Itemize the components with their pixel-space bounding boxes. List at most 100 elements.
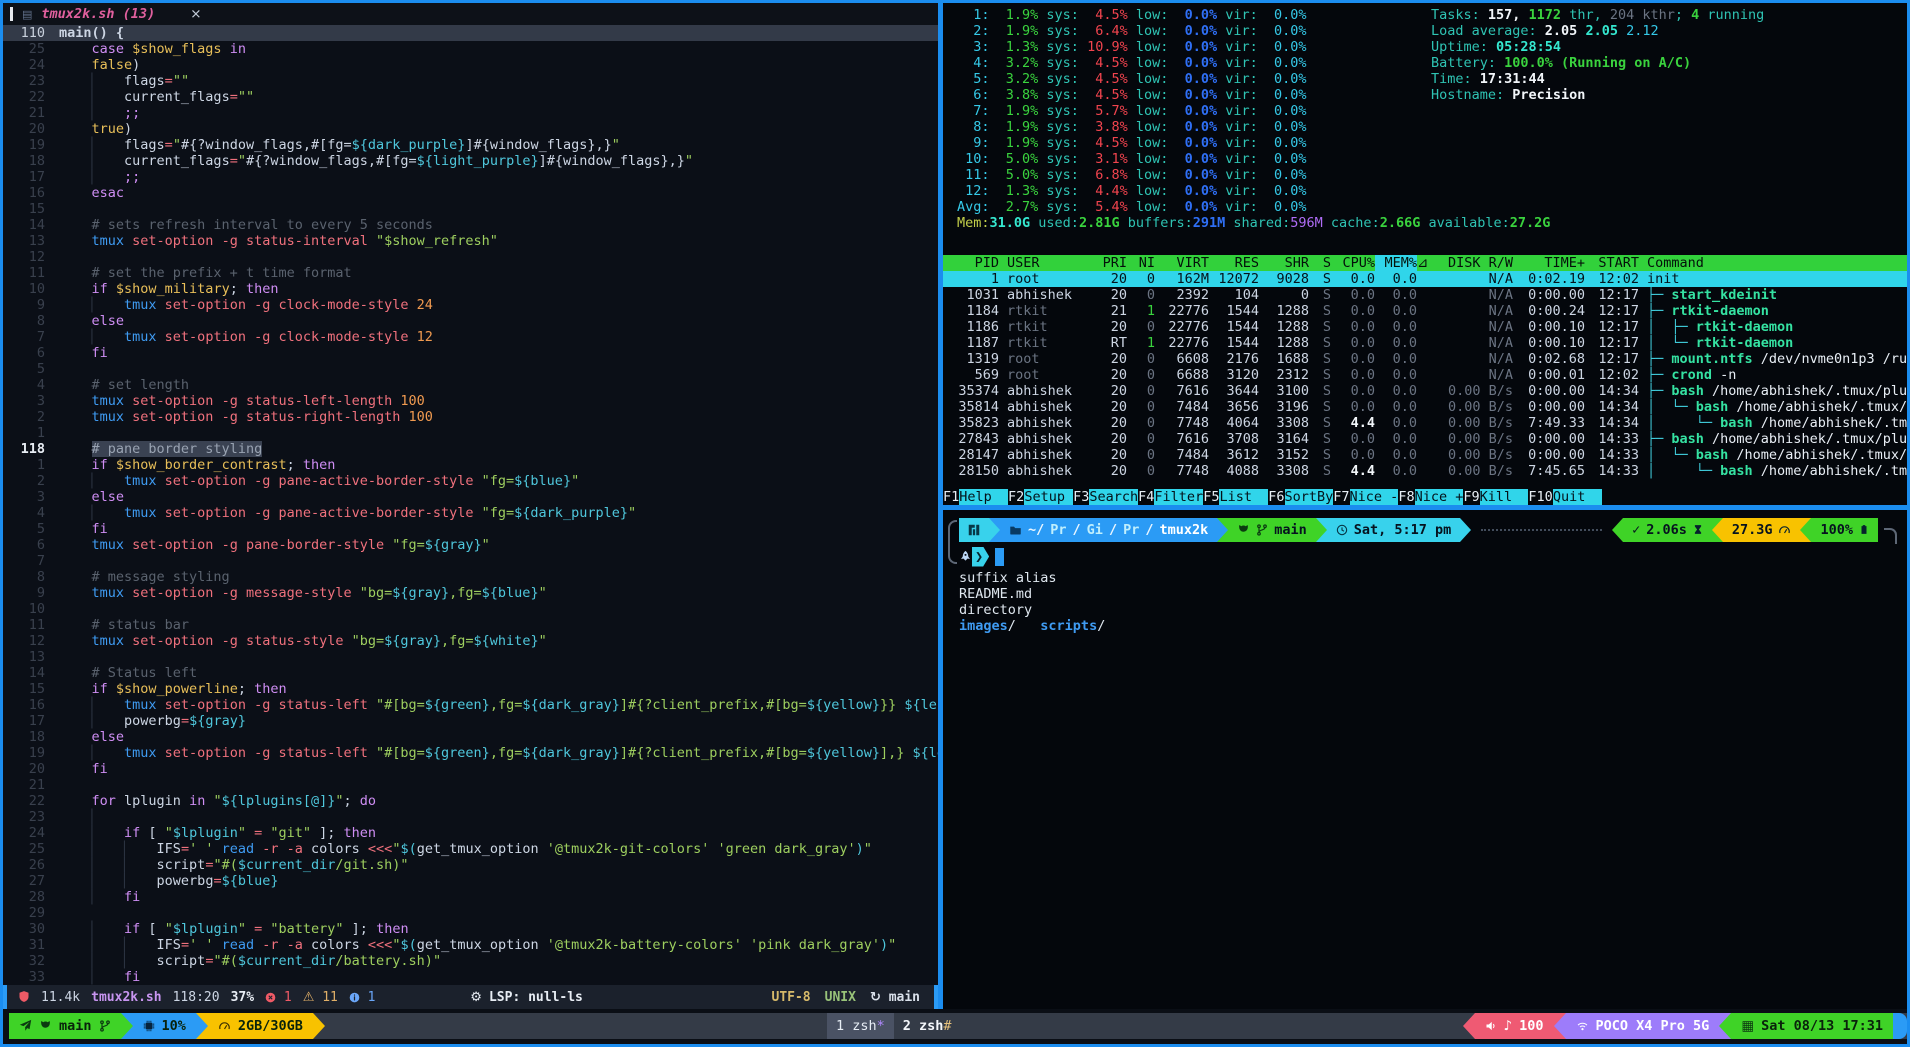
code-line[interactable]: 18 else: [3, 729, 938, 745]
column-header-res[interactable]: RES: [1209, 255, 1259, 271]
code-line[interactable]: 31 ▏ ▏ IFS=' ' read -r -a colors <<<"$(g…: [3, 937, 938, 953]
column-header-pid[interactable]: PID: [943, 255, 999, 271]
process-row[interactable]: 35823abhishek200774840643308S4.40.00.00 …: [943, 415, 1907, 431]
process-row[interactable]: 28150abhishek200774840883308S4.40.00.00 …: [943, 463, 1907, 479]
code-line[interactable]: 7: [3, 553, 938, 569]
code-line[interactable]: 8 else: [3, 313, 938, 329]
column-header-shr[interactable]: SHR: [1259, 255, 1309, 271]
code-line[interactable]: 118 # pane border styling: [3, 441, 938, 457]
code-line[interactable]: 18 ▏ current_flags="#{?window_flags,#[fg…: [3, 153, 938, 169]
process-row[interactable]: 1184rtkit2112277615441288S0.00.0N/A0:00.…: [943, 303, 1907, 319]
code-line[interactable]: 4 # set length: [3, 377, 938, 393]
code-line[interactable]: 20 true): [3, 121, 938, 137]
column-header-user[interactable]: USER: [999, 255, 1091, 271]
process-row[interactable]: 1186rtkit2002277615441288S0.00.0N/A0:00.…: [943, 319, 1907, 335]
prompt-input-line[interactable]: ❯: [959, 543, 1899, 570]
process-row[interactable]: 1187rtkitRT12277615441288S0.00.0N/A0:00.…: [943, 335, 1907, 351]
htop-pane[interactable]: 1: 1.9% sys: 4.5% low: 0.0% vir: 0.0% 2:…: [943, 3, 1907, 505]
code-line[interactable]: 19 ▏ flags="#{?window_flags,#[fg=${dark_…: [3, 137, 938, 153]
code-line[interactable]: 2 tmux set-option -g status-right-length…: [3, 409, 938, 425]
code-line[interactable]: 9 ▏ tmux set-option -g clock-mode-style …: [3, 297, 938, 313]
code-area[interactable]: 110main() {25 case $show_flags in24 fals…: [3, 25, 938, 985]
code-line[interactable]: 25 case $show_flags in: [3, 41, 938, 57]
code-line[interactable]: 30 ▏ if [ "$lplugin" = "battery" ]; then: [3, 921, 938, 937]
code-line[interactable]: 21: [3, 777, 938, 793]
code-line[interactable]: 21 ▏ ;;: [3, 105, 938, 121]
process-row[interactable]: 35814abhishek200748436563196S0.00.00.00 …: [943, 399, 1907, 415]
code-line[interactable]: 24 ▏ if [ "$lplugin" = "git" ]; then: [3, 825, 938, 841]
column-header-time[interactable]: TIME+: [1513, 255, 1585, 271]
code-line[interactable]: 19 ▏ tmux set-option -g status-left "#[b…: [3, 745, 938, 761]
process-row[interactable]: 28147abhishek200748436123152S0.00.00.00 …: [943, 447, 1907, 463]
window-item-2[interactable]: 2 zsh#: [894, 1013, 961, 1039]
context-line[interactable]: 110main() {: [3, 25, 938, 41]
code-line[interactable]: 2 ▏ tmux set-option -g pane-active-borde…: [3, 473, 938, 489]
column-header-disk[interactable]: DISK R/W: [1431, 255, 1513, 271]
code-line[interactable]: 25 ▏ ▏ IFS=' ' read -r -a colors <<<"$(g…: [3, 841, 938, 857]
code-line[interactable]: 8 # message styling: [3, 569, 938, 585]
tab-title[interactable]: tmux2k.sh (13): [41, 6, 155, 22]
code-line[interactable]: 32 ▏ ▏ script="#($current_dir/battery.sh…: [3, 953, 938, 969]
code-line[interactable]: 3 else: [3, 489, 938, 505]
code-line[interactable]: 1: [3, 425, 938, 441]
code-line[interactable]: 20 fi: [3, 761, 938, 777]
code-line[interactable]: 1 if $show_border_contrast; then: [3, 457, 938, 473]
code-line[interactable]: 26 ▏ ▏ script="#($current_dir/git.sh)": [3, 857, 938, 873]
fkey-filter[interactable]: F4Filter: [1138, 489, 1203, 505]
fkey-quit[interactable]: F10Quit: [1528, 489, 1601, 505]
column-header-cpu[interactable]: CPU%: [1331, 255, 1375, 271]
code-line[interactable]: 23 ▏ flags="": [3, 73, 938, 89]
code-line[interactable]: 12: [3, 249, 938, 265]
process-row[interactable]: 35374abhishek200761636443100S0.00.00.00 …: [943, 383, 1907, 399]
process-row[interactable]: 1319root200660821761688S0.00.0N/A0:02.68…: [943, 351, 1907, 367]
column-header-ni[interactable]: NI: [1127, 255, 1155, 271]
code-line[interactable]: 10 if $show_military; then: [3, 281, 938, 297]
code-line[interactable]: 22 ▏ current_flags="": [3, 89, 938, 105]
code-line[interactable]: 16 ▏ tmux set-option -g status-left "#[b…: [3, 697, 938, 713]
code-line[interactable]: 14 # Status left: [3, 665, 938, 681]
code-line[interactable]: 14 # sets refresh interval to every 5 se…: [3, 217, 938, 233]
tab-close-icon[interactable]: ×: [190, 6, 201, 22]
column-header-start[interactable]: START: [1585, 255, 1639, 271]
process-row[interactable]: 27843abhishek200761637083164S0.00.00.00 …: [943, 431, 1907, 447]
code-line[interactable]: 7 ▏ tmux set-option -g clock-mode-style …: [3, 329, 938, 345]
code-line[interactable]: 15: [3, 201, 938, 217]
code-line[interactable]: 15 if $show_powerline; then: [3, 681, 938, 697]
process-row[interactable]: 1root200162M120729028S0.00.0N/A0:02.1912…: [943, 271, 1907, 287]
code-line[interactable]: 3 tmux set-option -g status-left-length …: [3, 393, 938, 409]
code-line[interactable]: 12 tmux set-option -g status-style "bg=$…: [3, 633, 938, 649]
code-line[interactable]: 13: [3, 649, 938, 665]
fkey-list[interactable]: F5List: [1203, 489, 1268, 505]
window-item-1[interactable]: 1 zsh*: [827, 1013, 894, 1039]
fkey-setup[interactable]: F2Setup: [1008, 489, 1073, 505]
terminal-cursor[interactable]: [995, 548, 1004, 566]
code-line[interactable]: 29: [3, 905, 938, 921]
code-line[interactable]: 9 tmux set-option -g message-style "bg=$…: [3, 585, 938, 601]
code-line[interactable]: 17 ▏ ;;: [3, 169, 938, 185]
column-header-virt[interactable]: VIRT: [1155, 255, 1209, 271]
fkey-nice[interactable]: F8Nice +: [1398, 489, 1463, 505]
code-line[interactable]: 33 ▏ fi: [3, 969, 938, 985]
code-line[interactable]: 16 esac: [3, 185, 938, 201]
code-line[interactable]: 5: [3, 361, 938, 377]
code-line[interactable]: 6 tmux set-option -g pane-border-style "…: [3, 537, 938, 553]
code-line[interactable]: 24 false): [3, 57, 938, 73]
code-line[interactable]: 11 # status bar: [3, 617, 938, 633]
fkey-nice[interactable]: F7Nice -: [1333, 489, 1398, 505]
fkey-kill[interactable]: F9Kill: [1463, 489, 1528, 505]
fkey-help[interactable]: F1Help: [943, 489, 1008, 505]
column-header-st[interactable]: S: [1309, 255, 1331, 271]
column-header-tri[interactable]: ⊿: [1417, 255, 1431, 271]
column-header-pri[interactable]: PRI: [1091, 255, 1127, 271]
code-line[interactable]: 10: [3, 601, 938, 617]
code-line[interactable]: 11 # set the prefix + t time format: [3, 265, 938, 281]
process-row[interactable]: 569root200668831202312S0.00.0N/A0:00.011…: [943, 367, 1907, 383]
code-line[interactable]: 5 fi: [3, 521, 938, 537]
nvim-editor-pane[interactable]: ▤ tmux2k.sh (13) × 110main() {25 case $s…: [3, 3, 938, 985]
code-line[interactable]: 22 for lplugin in "${lplugins[@]}"; do: [3, 793, 938, 809]
column-header-cmd[interactable]: Command: [1639, 255, 1907, 271]
code-line[interactable]: 13 tmux set-option -g status-interval "$…: [3, 233, 938, 249]
process-row[interactable]: 1031abhishek20023921040S0.00.0N/A0:00.00…: [943, 287, 1907, 303]
code-line[interactable]: 27 ▏ ▏ powerbg=${blue}: [3, 873, 938, 889]
column-header-mem[interactable]: MEM%: [1375, 255, 1417, 271]
